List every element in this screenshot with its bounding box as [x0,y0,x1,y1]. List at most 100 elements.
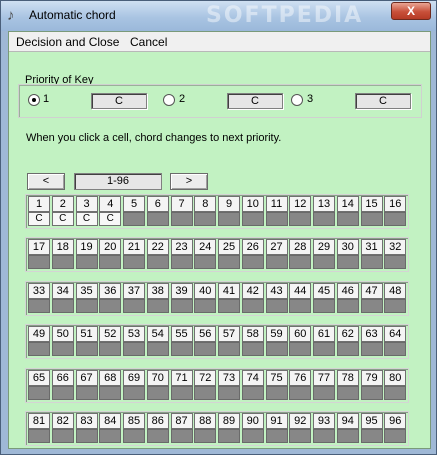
priority-radio-3[interactable] [291,94,303,106]
cell-chord[interactable] [218,386,240,400]
cell-chord[interactable] [360,386,383,400]
cell-chord[interactable] [99,342,122,356]
cell-chord[interactable] [123,255,145,269]
cell-chord[interactable] [170,299,193,313]
cell-chord[interactable] [99,386,122,400]
cell-chord[interactable] [336,212,359,226]
cell-chord[interactable] [336,386,359,400]
cell-chord[interactable] [265,342,288,356]
cell-chord[interactable] [384,386,407,400]
priority-key-field-3[interactable]: C [355,93,411,109]
cell-chord[interactable] [384,429,407,443]
cell-chord[interactable] [75,299,98,313]
cell-chord[interactable] [313,429,335,443]
cell-chord[interactable] [51,299,74,313]
cell-chord[interactable] [146,386,169,400]
cell-chord[interactable] [265,386,288,400]
cell-chord[interactable] [146,255,169,269]
cell-chord[interactable] [289,299,312,313]
cell-chord[interactable] [218,255,240,269]
cell-chord[interactable] [289,255,312,269]
cell-chord[interactable] [218,429,240,443]
priority-key-field-1[interactable]: C [91,93,147,109]
cell-chord[interactable] [218,342,240,356]
cell-chord[interactable] [289,342,312,356]
cell-chord[interactable] [194,342,217,356]
priority-radio-1[interactable] [28,94,40,106]
cell-chord[interactable] [123,299,145,313]
cell-chord[interactable] [194,429,217,443]
cell-chord[interactable] [170,429,193,443]
cell-chord[interactable] [123,342,145,356]
cell-chord[interactable] [51,255,74,269]
cell-chord[interactable] [360,255,383,269]
cell-chord[interactable] [313,299,335,313]
cell-chord[interactable] [194,299,217,313]
menu-decision-and-close[interactable]: Decision and Close [16,35,119,49]
cell-chord[interactable] [75,255,98,269]
cell-chord[interactable] [360,299,383,313]
cell-chord[interactable]: C [75,212,98,226]
cell-chord[interactable] [194,255,217,269]
cell-chord[interactable] [241,299,264,313]
close-button[interactable]: X [391,2,431,20]
cell-chord[interactable] [218,299,240,313]
menu-cancel[interactable]: Cancel [130,35,167,49]
cell-chord[interactable] [75,342,98,356]
cell-chord[interactable] [265,429,288,443]
cell-chord[interactable] [336,429,359,443]
cell-chord[interactable] [289,212,312,226]
cell-chord[interactable] [51,386,74,400]
cell-chord[interactable] [146,212,169,226]
cell-chord[interactable] [123,212,145,226]
cell-chord[interactable] [241,342,264,356]
cell-chord[interactable] [265,212,288,226]
cell-chord[interactable] [313,342,335,356]
cell-chord[interactable] [289,429,312,443]
cell-chord[interactable] [99,299,122,313]
cell-chord[interactable] [28,255,50,269]
cell-chord[interactable] [360,342,383,356]
cell-chord[interactable] [313,212,335,226]
cell-chord[interactable] [360,429,383,443]
cell-chord[interactable] [218,212,240,226]
cell-chord[interactable] [123,386,145,400]
cell-chord[interactable] [146,429,169,443]
cell-chord[interactable] [336,342,359,356]
cell-chord[interactable] [146,342,169,356]
cell-chord[interactable] [360,212,383,226]
cell-chord[interactable] [51,429,74,443]
cell-chord[interactable] [313,255,335,269]
cell-chord[interactable] [241,386,264,400]
cell-chord[interactable] [99,429,122,443]
cell-chord[interactable] [99,255,122,269]
cell-chord[interactable] [384,255,407,269]
cell-chord[interactable]: C [51,212,74,226]
cell-chord[interactable] [28,386,50,400]
cell-chord[interactable] [265,255,288,269]
cell-chord[interactable] [384,299,407,313]
cell-chord[interactable] [28,429,50,443]
cell-chord[interactable] [28,342,50,356]
cell-chord[interactable] [289,386,312,400]
cell-chord[interactable] [146,299,169,313]
priority-radio-2[interactable] [163,94,175,106]
cell-chord[interactable] [170,386,193,400]
cell-chord[interactable] [194,386,217,400]
cell-chord[interactable] [170,342,193,356]
cell-chord[interactable] [241,255,264,269]
cell-chord[interactable]: C [28,212,50,226]
cell-chord[interactable] [241,212,264,226]
cell-chord[interactable] [75,386,98,400]
next-range-button[interactable]: > [170,173,208,190]
cell-chord[interactable] [336,299,359,313]
cell-chord[interactable] [75,429,98,443]
title-bar[interactable]: ♪ Automatic chord SOFTPEDIA X [1,1,436,31]
cell-chord[interactable] [313,386,335,400]
cell-chord[interactable] [123,429,145,443]
cell-chord[interactable] [170,212,193,226]
cell-chord[interactable] [384,342,407,356]
cell-chord[interactable] [28,299,50,313]
prev-range-button[interactable]: < [27,173,65,190]
cell-chord[interactable] [194,212,217,226]
